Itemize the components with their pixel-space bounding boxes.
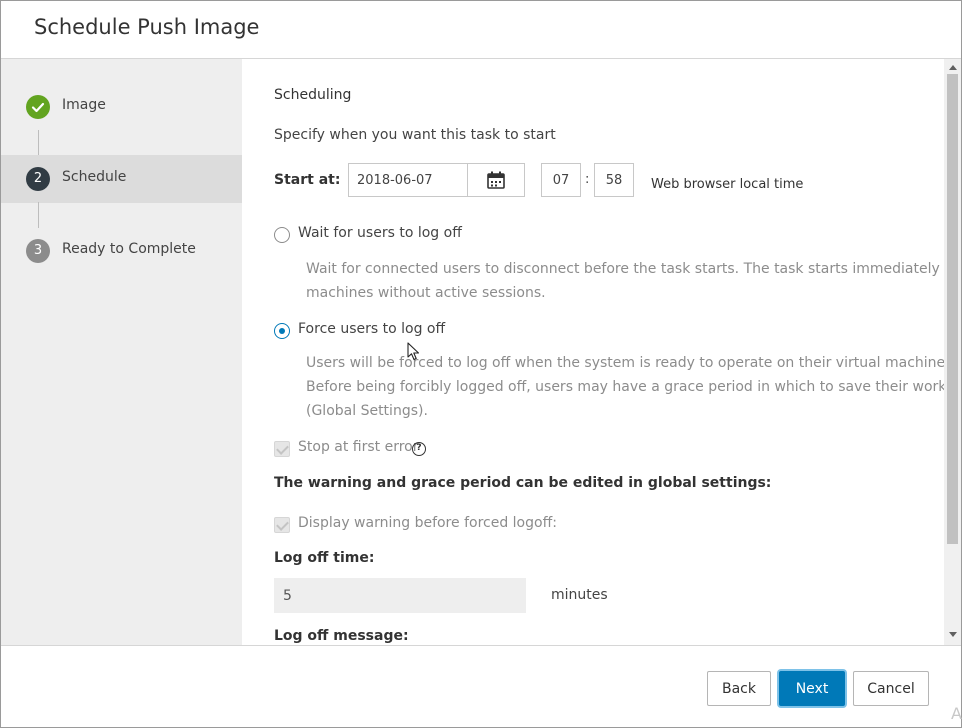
wait-users-radio[interactable] [274, 227, 290, 243]
step-number: 2 [26, 167, 50, 191]
dialog-footer: Back Next Cancel A [1, 645, 962, 727]
wizard-steps-sidebar: Image 2 Schedule 3 Ready to Complete [1, 59, 242, 645]
description-line: Users will be forced to log off when the… [306, 355, 944, 371]
intro-text: Specify when you want this task to start [274, 127, 556, 143]
step-label: Ready to Complete [62, 241, 196, 257]
scroll-thumb[interactable] [947, 74, 958, 544]
description-line: (Global Settings). [306, 403, 428, 419]
corner-glyph: A [951, 704, 962, 723]
dialog-title: Schedule Push Image [34, 15, 260, 39]
logoff-time-label: Log off time: [274, 550, 375, 566]
step-complete-check-icon [26, 95, 50, 119]
logoff-message-label: Log off message: [274, 628, 409, 644]
dialog-header: Schedule Push Image [1, 1, 961, 59]
start-hour-input[interactable] [541, 163, 581, 197]
wait-users-label[interactable]: Wait for users to log off [298, 225, 462, 241]
description-line: Wait for connected users to disconnect b… [306, 261, 944, 277]
back-button[interactable]: Back [707, 671, 771, 706]
step-schedule[interactable]: 2 Schedule [1, 155, 242, 203]
display-warning-label: Display warning before forced logoff: [298, 515, 557, 531]
minutes-label: minutes [551, 587, 608, 603]
calendar-icon [487, 171, 505, 189]
calendar-button[interactable] [467, 163, 525, 197]
step-image[interactable]: Image [1, 83, 242, 131]
check-icon [31, 102, 45, 113]
description-line: Before being forcibly logged off, users … [306, 379, 944, 395]
timezone-label: Web browser local time [651, 177, 804, 192]
step-ready-to-complete[interactable]: 3 Ready to Complete [1, 227, 242, 275]
stop-first-error-checkbox[interactable] [274, 441, 290, 457]
scheduling-form: Scheduling Specify when you want this ta… [242, 59, 944, 645]
start-date-input[interactable] [348, 163, 468, 197]
logoff-time-input[interactable] [274, 578, 526, 613]
step-label: Image [62, 97, 106, 113]
scroll-up-arrow-icon[interactable] [949, 65, 957, 70]
force-logoff-radio[interactable] [274, 323, 290, 339]
step-connector [38, 202, 39, 228]
force-logoff-label[interactable]: Force users to log off [298, 321, 445, 337]
scroll-down-arrow-icon[interactable] [949, 632, 957, 637]
time-separator: : [585, 172, 590, 187]
stop-first-error-label: Stop at first error [298, 439, 419, 455]
schedule-push-image-dialog: Schedule Push Image Image 2 Schedule 3 R… [0, 0, 962, 728]
description-line: machines without active sessions. [306, 285, 546, 301]
cancel-button[interactable]: Cancel [853, 671, 929, 706]
wait-users-description: Wait for connected users to disconnect b… [306, 257, 944, 305]
step-number: 3 [26, 239, 50, 263]
step-connector [38, 130, 39, 156]
next-button[interactable]: Next [779, 671, 845, 706]
warning-heading: The warning and grace period can be edit… [274, 475, 772, 491]
step-label: Schedule [62, 169, 127, 185]
content-scrollbar[interactable] [944, 59, 961, 645]
mouse-cursor-icon [407, 342, 420, 361]
force-logoff-description: Users will be forced to log off when the… [306, 351, 944, 423]
help-icon[interactable]: ? [412, 442, 426, 456]
start-at-label: Start at: [274, 172, 341, 188]
section-title: Scheduling [274, 87, 352, 103]
display-warning-checkbox[interactable] [274, 517, 290, 533]
start-minute-input[interactable] [594, 163, 634, 197]
